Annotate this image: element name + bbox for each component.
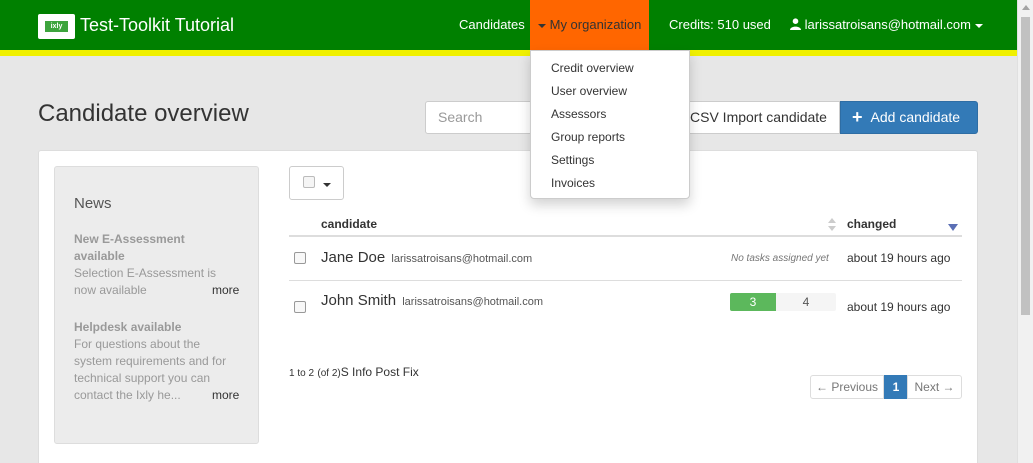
- menu-item-settings[interactable]: Settings: [551, 153, 594, 167]
- user-icon: [790, 18, 801, 30]
- next-page-button[interactable]: Next →: [907, 375, 962, 399]
- logo-text: ixly: [45, 21, 68, 32]
- caret-down-icon: [323, 183, 331, 187]
- page-title: Candidate overview: [38, 100, 249, 127]
- table-row-candidate[interactable]: John Smith larissatroisans@hotmail.com: [321, 292, 543, 309]
- news-item-body: For questions about the system requireme…: [74, 337, 227, 402]
- sort-icon[interactable]: [828, 218, 836, 232]
- scroll-up-icon[interactable]: [1022, 5, 1030, 10]
- plus-icon: +: [852, 107, 863, 127]
- table-header-divider: [289, 235, 962, 237]
- news-item-body: Selection E-Assessment is now available: [74, 266, 217, 297]
- csv-import-button[interactable]: CSV Import candidate: [678, 101, 840, 134]
- candidate-name[interactable]: Jane Doe: [321, 249, 385, 266]
- menu-item-invoices[interactable]: Invoices: [551, 176, 595, 190]
- tasks-completed: 3: [730, 293, 776, 311]
- brand-title[interactable]: Test-Toolkit Tutorial: [80, 15, 234, 36]
- task-progress-bar: 3 4: [730, 293, 836, 311]
- nav-candidates[interactable]: Candidates: [459, 0, 525, 50]
- table-info: 1 to 2 (of 2)S Info Post Fix: [289, 365, 419, 379]
- vertical-scrollbar[interactable]: [1017, 0, 1033, 463]
- page-1-button[interactable]: 1: [884, 375, 908, 399]
- caret-down-icon: [974, 23, 983, 28]
- menu-item-credit-overview[interactable]: Credit overview: [551, 61, 634, 75]
- news-more-link[interactable]: more: [212, 283, 239, 297]
- previous-page-button[interactable]: ← Previous: [810, 375, 884, 399]
- column-header-candidate[interactable]: candidate: [321, 217, 377, 231]
- changed-cell: about 19 hours ago: [847, 300, 951, 314]
- info-total: (of 2): [317, 368, 341, 379]
- menu-item-assessors[interactable]: Assessors: [551, 107, 606, 121]
- sort-desc-icon[interactable]: [948, 224, 958, 231]
- nav-my-organization[interactable]: My organization: [530, 0, 649, 50]
- menu-item-group-reports[interactable]: Group reports: [551, 130, 625, 144]
- row-checkbox[interactable]: [294, 252, 306, 264]
- row-divider: [289, 280, 962, 281]
- bulk-select-dropdown[interactable]: [289, 166, 344, 200]
- news-item-title: Helpdesk available: [74, 320, 182, 334]
- navbar-accent-stripe: [0, 50, 1017, 56]
- nav-credits[interactable]: Credits: 510 used: [669, 0, 771, 50]
- no-tasks-label: No tasks assigned yet: [731, 253, 829, 264]
- menu-item-user-overview[interactable]: User overview: [551, 84, 627, 98]
- news-item-title: New E-Assessment available: [74, 232, 185, 263]
- caret-down-icon: [537, 23, 546, 28]
- news-more-link[interactable]: more: [212, 388, 239, 402]
- nav-my-organization-label: My organization: [549, 17, 642, 32]
- scrollbar-thumb[interactable]: [1021, 17, 1030, 315]
- nav-user-menu[interactable]: larissatroisans@hotmail.com: [790, 0, 983, 50]
- row-checkbox[interactable]: [294, 301, 306, 313]
- user-email: larissatroisans@hotmail.com: [804, 17, 971, 32]
- candidate-email: larissatroisans@hotmail.com: [402, 296, 543, 308]
- tasks-total: 4: [802, 295, 810, 309]
- candidate-name[interactable]: John Smith: [321, 292, 396, 309]
- add-candidate-button[interactable]: + Add candidate: [840, 101, 978, 134]
- table-row-candidate[interactable]: Jane Doe larissatroisans@hotmail.com: [321, 249, 532, 266]
- select-all-checkbox[interactable]: [303, 176, 315, 188]
- info-suffix: S Info Post Fix: [340, 365, 419, 379]
- news-title: News: [74, 195, 112, 212]
- organization-dropdown-menu: Credit overview User overview Assessors …: [530, 50, 690, 199]
- changed-cell: about 19 hours ago: [847, 251, 951, 265]
- search-input[interactable]: Search: [425, 101, 545, 134]
- info-range: 1 to 2: [289, 368, 315, 379]
- brand-logo[interactable]: ixly: [38, 14, 75, 39]
- news-panel: News New E-Assessment available Selectio…: [54, 166, 259, 444]
- candidate-email: larissatroisans@hotmail.com: [391, 253, 533, 265]
- column-header-changed[interactable]: changed: [847, 217, 896, 231]
- add-candidate-label: Add candidate: [870, 109, 961, 125]
